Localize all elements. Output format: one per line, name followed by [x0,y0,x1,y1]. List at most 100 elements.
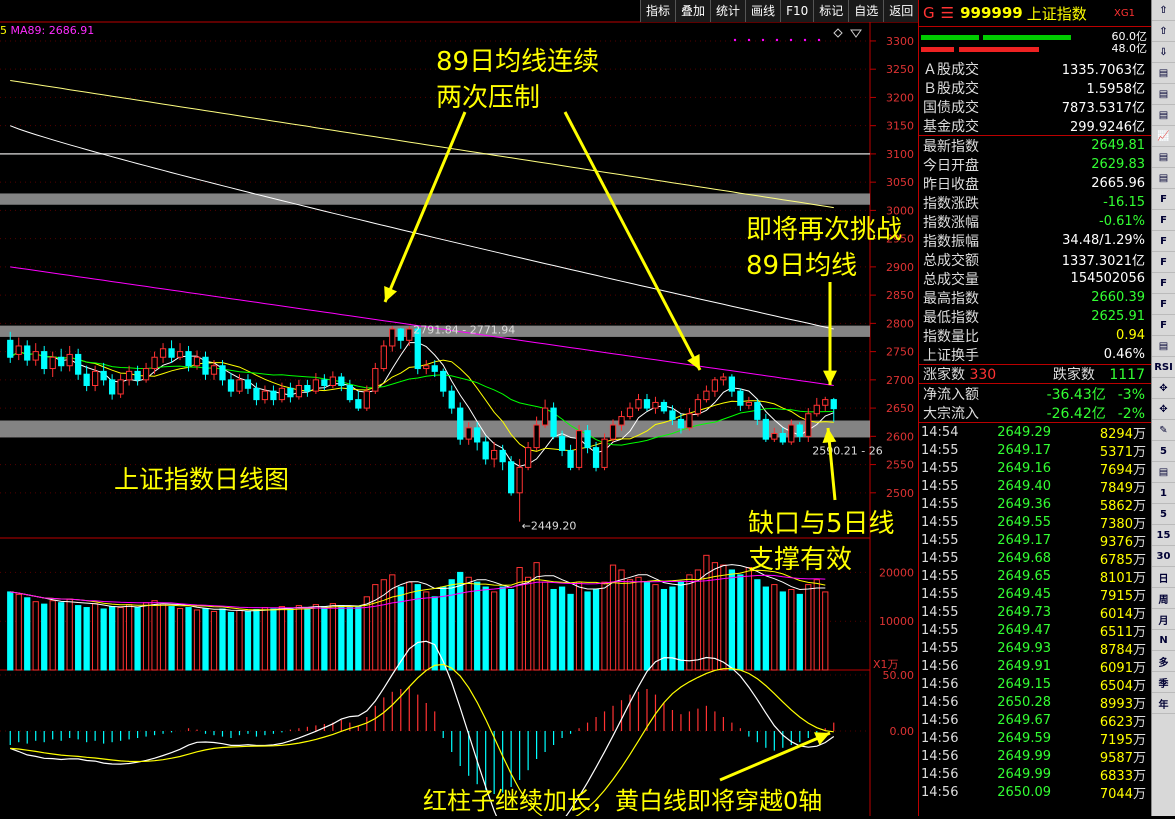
period-月[interactable]: 月 [1152,609,1175,630]
toolbar-6[interactable]: 自选 [848,0,883,22]
tool-icon-5[interactable]: ▤ [1152,105,1175,126]
tick-row[interactable]: 14:56 2649.67 6623万 [919,711,1151,730]
tool-icon-19[interactable]: ✥ [1152,399,1175,420]
period-30[interactable]: 30 [1152,546,1175,567]
tool-icon-22[interactable]: ▤ [1152,462,1175,483]
volume-bar [796,593,803,671]
tool-icon-2[interactable]: ⇩ [1152,42,1175,63]
tool-icon-6[interactable]: 📈 [1152,126,1175,147]
tool-icon-16[interactable]: ▤ [1152,336,1175,357]
tick-row[interactable]: 14:55 2649.47 6511万 [919,621,1151,640]
volume-bar [159,603,167,671]
volume-bar [168,606,175,671]
volume-bar [805,584,812,671]
tick-row[interactable]: 14:55 2649.68 6785万 [919,549,1151,568]
tick-row[interactable]: 14:55 2649.17 5371万 [919,441,1151,460]
tick-qty-value: 7915 [1099,588,1133,604]
tick-row[interactable]: 14:56 2649.99 6833万 [919,765,1151,784]
toolbar-3[interactable]: 画线 [745,0,780,22]
toolbar-4[interactable]: F10 [780,0,813,22]
volume-bar [677,581,685,671]
tick-row[interactable]: 14:54 2649.29 8294万 [919,423,1151,442]
volume-bar [414,584,421,671]
volume-bar [813,579,820,671]
tick-qty: 7044万 [1051,783,1146,802]
toolbar-0[interactable]: 指标 [640,0,675,22]
tick-row[interactable]: 14:56 2649.15 6504万 [919,675,1151,694]
flow-bar-value: 48.0亿 [1111,42,1148,55]
tool-icon-15[interactable]: F [1152,315,1175,336]
tick-row[interactable]: 14:55 2649.16 7694万 [919,459,1151,478]
tick-row[interactable]: 14:55 2649.73 6014万 [919,603,1151,622]
tick-time: 14:55 [921,586,959,602]
tick-row[interactable]: 14:55 2649.36 5862万 [919,495,1151,514]
period-15[interactable]: 15 [1152,525,1175,546]
tick-row[interactable]: 14:55 2649.65 8101万 [919,567,1151,586]
tick-time: 14:55 [921,568,959,584]
volume-bar [151,600,158,671]
candle-body [210,365,218,375]
period-年[interactable]: 年 [1152,693,1175,714]
period-N[interactable]: N [1152,630,1175,651]
candle-body [312,379,320,392]
tick-row[interactable]: 14:56 2649.99 9587万 [919,747,1151,766]
tool-icon-18[interactable]: ✥ [1152,378,1175,399]
kline-chart[interactable]: 3300325032003150310030503000295029002850… [0,0,918,816]
toolbar-2[interactable]: 统计 [710,0,745,22]
candle-body [813,404,820,415]
price-tick-label: 2750 [886,346,914,359]
tool-icon-8[interactable]: ▤ [1152,168,1175,189]
menu-icon[interactable]: ☰ [941,4,954,22]
volume-bar [431,596,438,671]
volume-bar [448,579,455,671]
volume-bar [236,609,243,671]
ma89-label: 5 MA89: 2686.91 [0,24,95,37]
tool-icon-17[interactable]: RSI [1152,357,1175,378]
tool-icon-10[interactable]: F [1152,210,1175,231]
tick-qty-value: 9376 [1099,534,1133,550]
candle-body [626,407,634,418]
tick-row[interactable]: 14:55 2649.93 8784万 [919,639,1151,658]
candle-body [151,356,158,370]
tool-icon-11[interactable]: F [1152,231,1175,252]
toolbar-7[interactable]: 返回 [883,0,918,22]
volume-bar [58,602,65,671]
stat-row-value: 2649.81 [1091,138,1145,153]
tool-icon-20[interactable]: ✎ [1152,420,1175,441]
tool-icon-9[interactable]: F [1152,189,1175,210]
tool-icon-1[interactable]: ⇧ [1152,21,1175,42]
tool-icon-7[interactable]: ▤ [1152,147,1175,168]
tick-row[interactable]: 14:56 2649.91 6091万 [919,657,1151,676]
period-季[interactable]: 季 [1152,672,1175,693]
tick-row[interactable]: 14:55 2649.17 9376万 [919,531,1151,550]
tool-icon-12[interactable]: F [1152,252,1175,273]
tool-icon-0[interactable]: ⇧ [1152,0,1175,21]
tick-list[interactable]: 14:54 2649.29 8294万 14:55 2649.17 5371万 14:55 2… [919,423,1151,802]
toolbar-1[interactable]: 叠加 [675,0,710,22]
period-5[interactable]: 5 [1152,504,1175,525]
annotation-challenge-ma89: 即将再次挑战 89日均线 [746,215,903,281]
tool-icon-13[interactable]: F [1152,273,1175,294]
tick-row[interactable]: 14:56 2649.59 7195万 [919,729,1151,748]
tool-icon-3[interactable]: ▤ [1152,63,1175,84]
tool-icon-21[interactable]: 5 [1152,441,1175,462]
stat-row-2: 昨日收盘 2665.96 [919,174,1151,193]
candle-body [202,356,209,375]
price-tick-label: 3150 [886,120,914,133]
arrow-macd [719,731,831,782]
tool-icon-14[interactable]: F [1152,294,1175,315]
tick-row[interactable]: 14:55 2649.40 7849万 [919,477,1151,496]
period-多[interactable]: 多 [1152,651,1175,672]
tick-row[interactable]: 14:55 2649.45 7915万 [919,585,1151,604]
period-日[interactable]: 日 [1152,567,1175,588]
stat-row-label: 指数涨跌 [923,195,979,212]
toolbar-5[interactable]: 标记 [813,0,848,22]
period-1[interactable]: 1 [1152,483,1175,504]
tool-icon-4[interactable]: ▤ [1152,84,1175,105]
tick-row[interactable]: 14:56 2650.28 8993万 [919,693,1151,712]
tick-row[interactable]: 14:56 2650.09 7044万 [919,783,1151,802]
flow-bar-seg2 [983,35,1071,40]
period-周[interactable]: 周 [1152,588,1175,609]
tick-row[interactable]: 14:55 2649.55 7380万 [919,513,1151,532]
flow-values: -26.42亿 -2% [1047,403,1145,423]
